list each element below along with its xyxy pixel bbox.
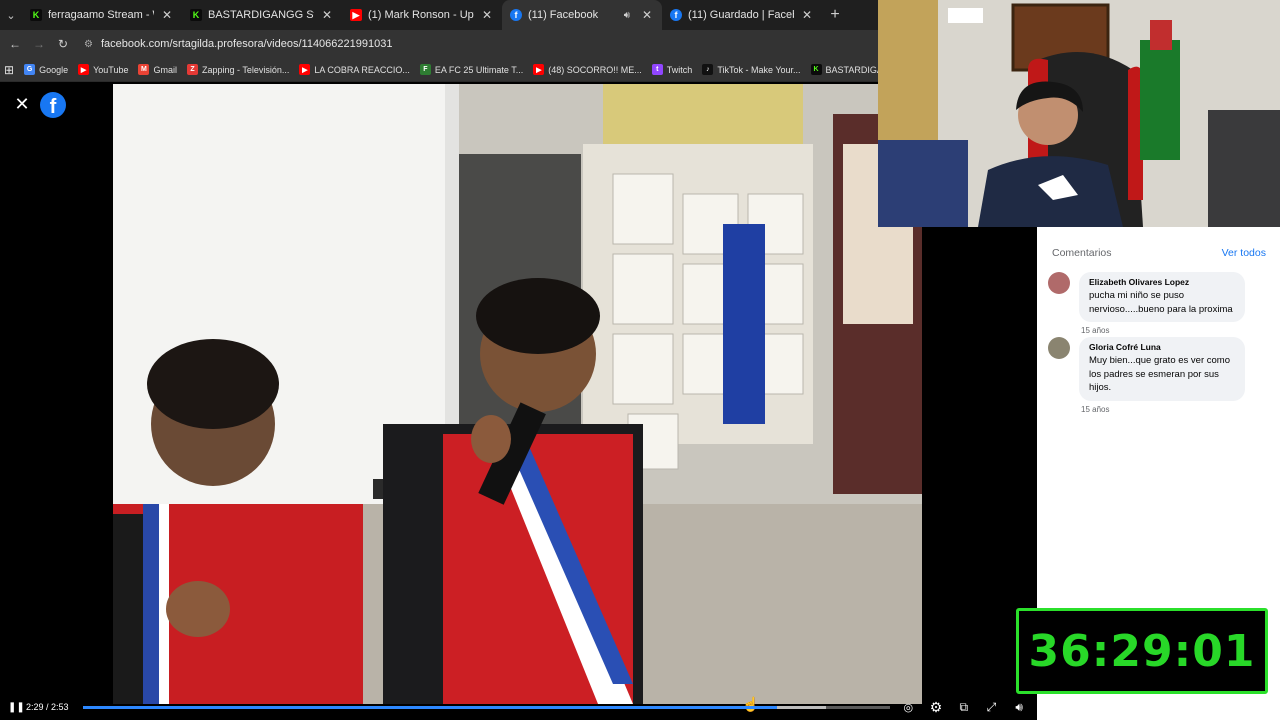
bookmark-la-cobra[interactable]: ▶ LA COBRA REACCIO... <box>299 64 410 75</box>
tiktok-icon: ♪ <box>702 64 714 75</box>
facebook-icon: f <box>670 9 682 21</box>
close-tab-icon[interactable]: ✕ <box>800 8 814 22</box>
zapping-icon: Z <box>186 64 198 75</box>
youtube-icon: ▶ <box>78 64 90 75</box>
bookmark-twitch[interactable]: t Twitch <box>651 64 693 75</box>
video-controls: ❚❚ 2:29 / 2:53 ◎ ⚙ ⧉ ⤢ 🔊︎ <box>0 694 1037 720</box>
bookmark-label: TikTok - Make Your... <box>717 64 801 75</box>
comment-bubble: Gloria Cofré Luna Muy bien...que grato e… <box>1079 337 1245 401</box>
bookmark-label: Gmail <box>153 64 177 75</box>
ea-fc-icon: F <box>419 64 431 75</box>
bookmark-label: YouTube <box>93 64 129 75</box>
played-bar <box>82 705 778 709</box>
pause-icon[interactable]: ❚❚ <box>8 702 25 713</box>
tab-title: (11) Facebook <box>528 9 599 21</box>
tab-kick-ferragaamo[interactable]: K ferragaamo Stream - Watch Liv ✕ <box>22 0 182 30</box>
comment-age[interactable]: 15 años <box>1079 326 1245 335</box>
tab-facebook-active[interactable]: f (11) Facebook 🔊︎ ✕ <box>502 0 662 30</box>
bookmark-label: BASTARDIGANGG |... <box>825 64 878 75</box>
browser-toolbar: ← → ↻ ⚙ facebook.com/srtagilda.profesora… <box>0 30 878 58</box>
tab-search-icon[interactable]: ⌄ <box>0 0 22 30</box>
forward-icon[interactable]: → <box>30 37 48 51</box>
tab-title: ferragaamo Stream - Watch Liv <box>48 9 154 21</box>
bookmark-ea-fc[interactable]: F EA FC 25 Ultimate T... <box>419 64 524 75</box>
bookmark-tiktok[interactable]: ♪ TikTok - Make Your... <box>702 64 801 75</box>
tab-facebook-guardado[interactable]: f (11) Guardado | Facebook ✕ <box>662 0 822 30</box>
captions-icon[interactable]: ◎ <box>898 701 918 714</box>
close-tab-icon[interactable]: ✕ <box>480 8 494 22</box>
see-all-link[interactable]: Ver todos <box>1222 247 1266 259</box>
comment-text: Muy bien...que grato es ver como los pad… <box>1089 355 1230 393</box>
comment-author[interactable]: Elizabeth Olivares Lopez <box>1089 277 1235 287</box>
bookmark-label: Google <box>39 64 69 75</box>
facebook-logo-icon[interactable]: f <box>40 92 66 118</box>
bookmark-bastardigangg[interactable]: KBASTARDIGANGG |... <box>810 64 878 75</box>
comment-text: pucha mi niño se puso nervioso.....bueno… <box>1089 290 1233 315</box>
comment-author[interactable]: Gloria Cofré Luna <box>1089 342 1235 352</box>
kick-icon: K <box>30 9 42 21</box>
comment-age[interactable]: 15 años <box>1079 405 1245 414</box>
progress-bar[interactable] <box>82 705 891 709</box>
volume-icon[interactable]: 🔊︎ <box>1009 700 1029 715</box>
video-frame[interactable] <box>113 84 922 704</box>
streamer-webcam-image <box>878 0 1280 227</box>
tab-title: BASTARDIGANGG Stream - Wat <box>208 9 314 21</box>
twitch-icon: t <box>651 64 663 75</box>
address-bar[interactable]: ⚙ facebook.com/srtagilda.profesora/video… <box>78 33 870 55</box>
bookmark-label: (48) SOCORRO!! ME... <box>548 64 642 75</box>
tab-title: (1) Mark Ronson - Uptown Fun <box>368 9 474 21</box>
comment-item: Elizabeth Olivares Lopez pucha mi niño s… <box>1048 272 1245 335</box>
url-text: facebook.com/srtagilda.profesora/videos/… <box>100 38 393 50</box>
bookmark-gmail[interactable]: M Gmail <box>138 64 177 75</box>
bookmark-socorro[interactable]: ▶ (48) SOCORRO!! ME... <box>533 64 642 75</box>
avatar[interactable] <box>1048 337 1070 359</box>
close-icon[interactable]: ✕ <box>12 94 32 115</box>
close-tab-icon[interactable]: ✕ <box>640 8 654 22</box>
browser-tab-strip: ⌄ K ferragaamo Stream - Watch Liv ✕ K BA… <box>0 0 878 30</box>
bookmark-zapping[interactable]: Z Zapping - Televisión... <box>186 64 290 75</box>
picture-in-picture-icon[interactable]: ⧉ <box>954 700 974 715</box>
avatar[interactable] <box>1048 272 1070 294</box>
playback-time: 2:29 / 2:53 <box>26 702 69 712</box>
back-icon[interactable]: ← <box>6 37 24 51</box>
tab-youtube-mark-ronson[interactable]: ▶ (1) Mark Ronson - Uptown Fun ✕ <box>342 0 502 30</box>
apps-grid-icon[interactable]: ⊞ <box>4 63 14 77</box>
timer-value: 36:29:01 <box>1028 625 1256 677</box>
close-tab-icon[interactable]: ✕ <box>160 8 174 22</box>
bookmark-youtube[interactable]: ▶ YouTube <box>78 64 128 75</box>
new-tab-icon[interactable]: + <box>822 6 848 24</box>
bookmark-google[interactable]: G Google <box>24 64 68 75</box>
bookmark-label: LA COBRA REACCIO... <box>314 64 410 75</box>
fullscreen-icon[interactable]: ⤢ <box>982 700 1002 715</box>
comment-item: Gloria Cofré Luna Muy bien...que grato e… <box>1048 337 1245 414</box>
google-icon: G <box>24 64 36 75</box>
reload-icon[interactable]: ↻ <box>54 37 72 51</box>
site-info-icon[interactable]: ⚙ <box>84 39 93 50</box>
speaker-icon[interactable]: 🔊︎ <box>624 10 630 21</box>
tab-title: (11) Guardado | Facebook <box>688 9 794 21</box>
bookmark-label: Twitch <box>666 64 693 75</box>
kick-icon: K <box>190 9 202 21</box>
youtube-icon: ▶ <box>350 9 362 21</box>
comments-header: Comentarios <box>1052 247 1112 259</box>
bookmark-label: Zapping - Televisión... <box>201 64 290 75</box>
settings-gear-icon[interactable]: ⚙ <box>926 699 946 716</box>
bookmark-label: EA FC 25 Ultimate T... <box>434 64 524 75</box>
tab-kick-bastardigangg[interactable]: K BASTARDIGANGG Stream - Wat ✕ <box>182 0 342 30</box>
stream-timer: 36:29:01 <box>1016 608 1268 694</box>
kick-icon: K <box>810 64 822 75</box>
youtube-icon: ▶ <box>299 64 311 75</box>
youtube-icon: ▶ <box>533 64 545 75</box>
video-scene-image <box>113 84 922 704</box>
bookmarks-bar: ⊞ G Google ▶ YouTube M Gmail Z Zapping - Tel… <box>0 58 878 82</box>
facebook-icon: f <box>510 9 522 21</box>
close-tab-icon[interactable]: ✕ <box>320 8 334 22</box>
comment-bubble: Elizabeth Olivares Lopez pucha mi niño s… <box>1079 272 1245 322</box>
gmail-icon: M <box>138 64 150 75</box>
screen: ⌄ K ferragaamo Stream - Watch Liv ✕ K BA… <box>0 0 1280 720</box>
